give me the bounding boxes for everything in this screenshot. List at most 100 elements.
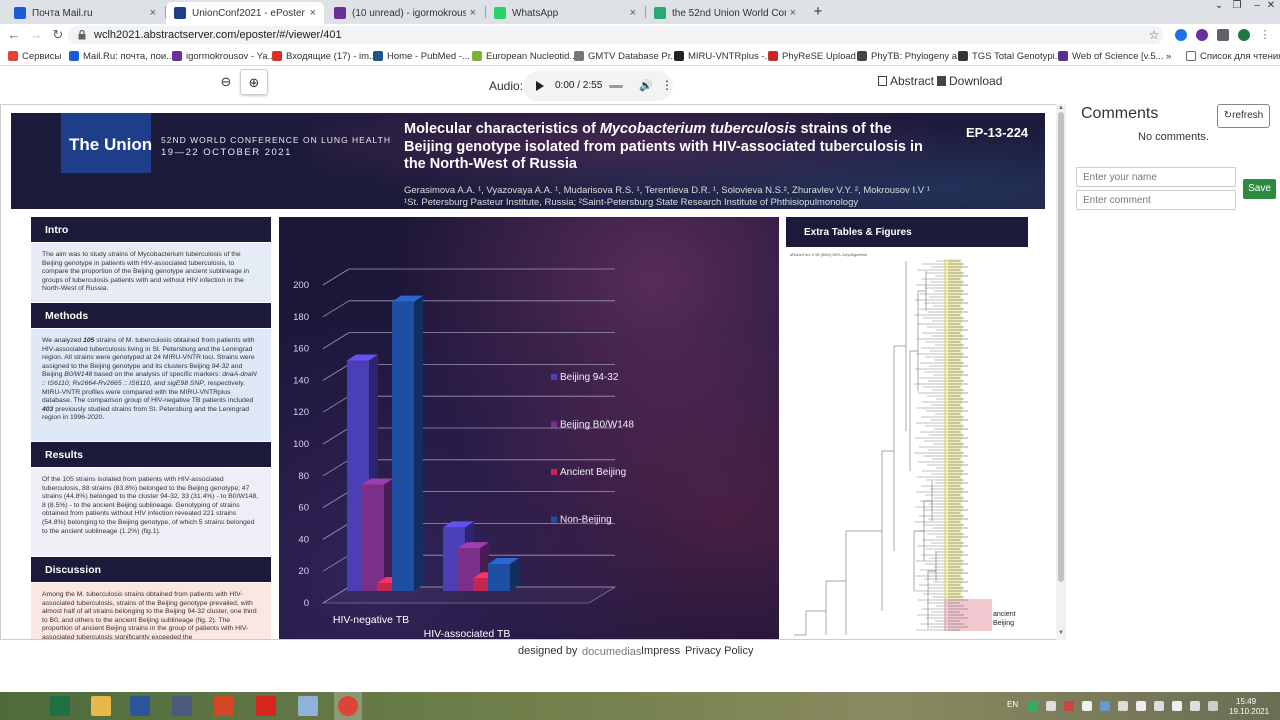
dendrogram-svg	[794, 259, 992, 636]
page-footer: designed by documedias Impress Privacy P…	[0, 640, 1280, 692]
close-window-icon[interactable]: ✕	[1264, 0, 1278, 12]
powerpoint-icon[interactable]	[214, 696, 234, 716]
tray-icon[interactable]	[1154, 701, 1164, 711]
tray-icon[interactable]	[1082, 701, 1092, 711]
tray-icon[interactable]	[1028, 701, 1038, 711]
bookmark-item[interactable]: igormokrousov - Ya...	[172, 49, 275, 63]
extensions-puzzle-icon[interactable]	[1217, 29, 1229, 41]
url-input[interactable]: wclh2021.abstractserver.com/eposter/#/vi…	[68, 26, 1163, 44]
poster-banner: The Union 52ND WORLD CONFERENCE ON LUNG …	[11, 113, 1045, 209]
profile-avatar[interactable]	[1238, 29, 1250, 41]
bookmark-item[interactable]: Входящие (17) - im...	[272, 49, 377, 63]
abstract-link[interactable]: Abstract	[878, 74, 934, 88]
bookmark-item[interactable]: European Nucleotid...	[472, 49, 577, 63]
documedias-logo[interactable]: documedias	[582, 646, 641, 658]
scroll-down-icon[interactable]: ▼	[1057, 630, 1065, 636]
browser-tab-conference[interactable]: the 52nd Union World Conference ×	[646, 2, 804, 24]
bookmark-item[interactable]: Web of Science [v.5...	[1058, 49, 1164, 63]
language-indicator[interactable]: EN	[1007, 700, 1018, 709]
browser-tab-yahoo-mail[interactable]: (10 unread) - igormokrousov@ya ×	[326, 2, 484, 24]
browser-tab-mail[interactable]: Почта Mail.ru ×	[6, 2, 164, 24]
back-arrow-icon[interactable]: ←	[6, 27, 22, 43]
forward-arrow-icon[interactable]: →	[28, 27, 44, 43]
bookmark-item[interactable]: Mail.Ru: почта, пои...	[69, 49, 174, 63]
zoom-in-icon[interactable]: ⊕	[240, 69, 268, 95]
bookmark-item[interactable]: TGS Total Genotypi...	[958, 49, 1063, 63]
phylogenetic-tree-figure: aRobinTree 0.95 (88%) 80% Jury/Algorithm…	[786, 251, 1028, 639]
reading-list-button[interactable]: Список для чтения	[1186, 49, 1280, 63]
restore-window-icon[interactable]: ❐	[1230, 0, 1244, 12]
save-comment-button[interactable]: Save	[1243, 179, 1276, 199]
bookmark-item[interactable]: Home - PubMed -...	[373, 49, 470, 63]
tray-icon[interactable]	[1190, 701, 1200, 711]
lock-icon[interactable]	[78, 30, 86, 40]
tray-icon[interactable]	[1208, 701, 1218, 711]
poster-viewer[interactable]: The Union 52ND WORLD CONFERENCE ON LUNG …	[0, 104, 1066, 640]
impress-link[interactable]: Impress	[641, 645, 680, 657]
poster-authors: Gerasimova A.A. ¹, Vyazovaya A.A. ¹, Mud…	[404, 185, 930, 196]
gridline	[322, 395, 350, 413]
y-tick-label: 60	[298, 503, 309, 514]
media-player-icon[interactable]	[172, 696, 192, 716]
bookmark-apps[interactable]: Сервисы	[8, 49, 61, 63]
acrobat-icon[interactable]	[256, 696, 276, 716]
volume-tray-icon[interactable]	[1172, 701, 1182, 711]
close-tab-icon[interactable]: ×	[150, 7, 156, 19]
bar-chart-svg: 0 20 40 60 80 100 120 140 160 180 200 HIV-negative …	[293, 268, 634, 639]
file-explorer-icon[interactable]	[91, 696, 111, 716]
network-icon[interactable]	[1136, 701, 1146, 711]
bookmark-item[interactable]: PhyTB: Phylogeny a...	[857, 49, 965, 63]
comment-input[interactable]	[1076, 190, 1236, 210]
close-tab-icon[interactable]: ×	[630, 7, 636, 19]
tray-icon[interactable]	[1046, 701, 1056, 711]
new-tab-button[interactable]: +	[810, 3, 826, 21]
clock-date[interactable]: 19.10.2021	[1229, 707, 1269, 716]
bookmark-item[interactable]: PhyReSE Upload	[768, 49, 856, 63]
privacy-policy-link[interactable]: Privacy Policy	[685, 645, 753, 657]
bar	[362, 484, 384, 591]
poster-scrollbar[interactable]: ▲ ▼	[1056, 104, 1066, 640]
browser-tab-whatsapp[interactable]: WhatsApp ×	[486, 2, 644, 24]
tray-icon[interactable]	[1100, 701, 1110, 711]
bar-side	[384, 478, 393, 591]
volume-icon[interactable]: 🔊	[639, 79, 653, 92]
bookmarks-overflow-button[interactable]: »	[1166, 49, 1171, 63]
legend-swatch	[551, 469, 557, 475]
miru-icon	[674, 51, 684, 61]
word-icon[interactable]	[130, 696, 150, 716]
excel-icon[interactable]	[50, 696, 70, 716]
minimize-window-icon[interactable]: –	[1250, 0, 1264, 12]
chrome-icon[interactable]	[338, 696, 358, 716]
bookmark-item[interactable]: GMTV Database Pr...	[574, 49, 678, 63]
browser-tab-eposter[interactable]: UnionConf2021 - ePoster ×	[166, 2, 324, 24]
bar	[488, 563, 510, 591]
play-icon[interactable]	[536, 81, 544, 91]
zoom-out-icon[interactable]: ⊖	[212, 69, 240, 95]
audio-player[interactable]: 0:00 / 2:55 🔊 ⋮	[523, 71, 673, 101]
browser-menu-icon[interactable]: ⋮	[1259, 29, 1271, 41]
close-tab-icon[interactable]: ×	[310, 7, 316, 19]
download-link[interactable]: Download	[937, 74, 1002, 88]
tab-search-icon[interactable]: ⌄	[1212, 0, 1226, 12]
bookmark-star-icon[interactable]: ☆	[1146, 27, 1162, 43]
audio-progress-slider[interactable]	[609, 85, 623, 88]
extension-icon[interactable]	[1196, 29, 1208, 41]
gridline	[322, 268, 350, 286]
close-tab-icon[interactable]: ×	[790, 7, 796, 19]
scrollbar-thumb[interactable]	[1058, 112, 1064, 582]
audio-label: Audio:	[489, 79, 524, 93]
reload-icon[interactable]: ↻	[50, 27, 66, 43]
clock-time[interactable]: 15:49	[1236, 697, 1256, 706]
notepad-icon[interactable]	[298, 696, 318, 716]
close-tab-icon[interactable]: ×	[470, 7, 476, 19]
refresh-button[interactable]: ↻refresh	[1217, 104, 1270, 128]
tree-caption: aRobinTree 0.95 (88%) 80% Jury/Algorithm	[790, 252, 868, 257]
name-input[interactable]	[1076, 167, 1236, 187]
discussion-text: Among the M. tuberculosis strains obtain…	[31, 583, 271, 639]
tray-icon[interactable]	[1064, 701, 1074, 711]
tray-icon[interactable]	[1118, 701, 1128, 711]
bookmark-item[interactable]: MIRU-VNTRplus -...	[674, 49, 772, 63]
more-options-icon[interactable]: ⋮	[661, 78, 673, 92]
extension-icon[interactable]	[1175, 29, 1187, 41]
scroll-up-icon[interactable]: ▲	[1057, 105, 1065, 111]
